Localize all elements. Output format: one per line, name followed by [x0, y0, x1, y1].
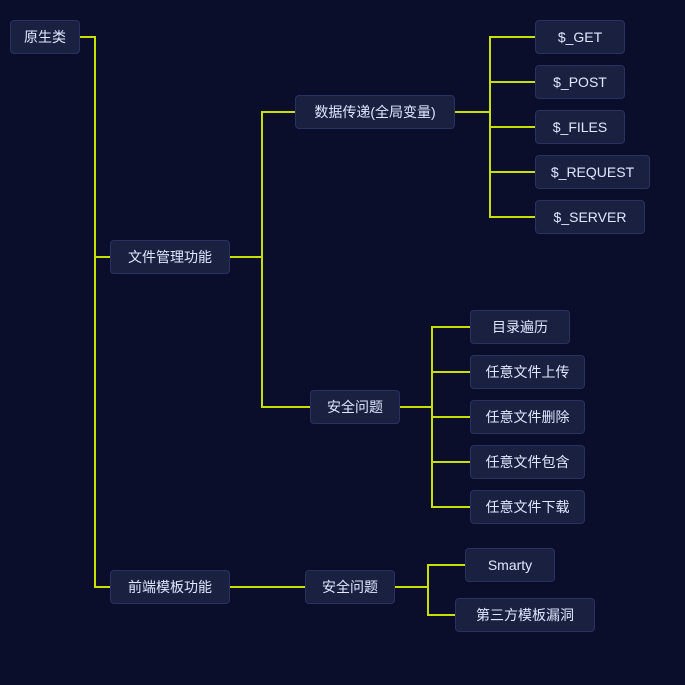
node-smarty: Smarty [465, 548, 555, 582]
node-data-transfer: 数据传递(全局变量) [295, 95, 455, 129]
node-post: $_POST [535, 65, 625, 99]
node-server: $_SERVER [535, 200, 645, 234]
node-frontend: 前端模板功能 [110, 570, 230, 604]
node-root: 原生类 [10, 20, 80, 54]
node-file-mgmt: 文件管理功能 [110, 240, 230, 274]
node-security2: 安全问题 [305, 570, 395, 604]
mind-map: 原生类 文件管理功能 数据传递(全局变量) $_GET $_POST $_FIL… [0, 0, 685, 685]
node-upload: 任意文件上传 [470, 355, 585, 389]
node-include: 任意文件包含 [470, 445, 585, 479]
node-third-party: 第三方模板漏洞 [455, 598, 595, 632]
node-delete: 任意文件删除 [470, 400, 585, 434]
node-security1: 安全问题 [310, 390, 400, 424]
node-request: $_REQUEST [535, 155, 650, 189]
node-files: $_FILES [535, 110, 625, 144]
node-get: $_GET [535, 20, 625, 54]
node-dir-traverse: 目录遍历 [470, 310, 570, 344]
node-download: 任意文件下载 [470, 490, 585, 524]
